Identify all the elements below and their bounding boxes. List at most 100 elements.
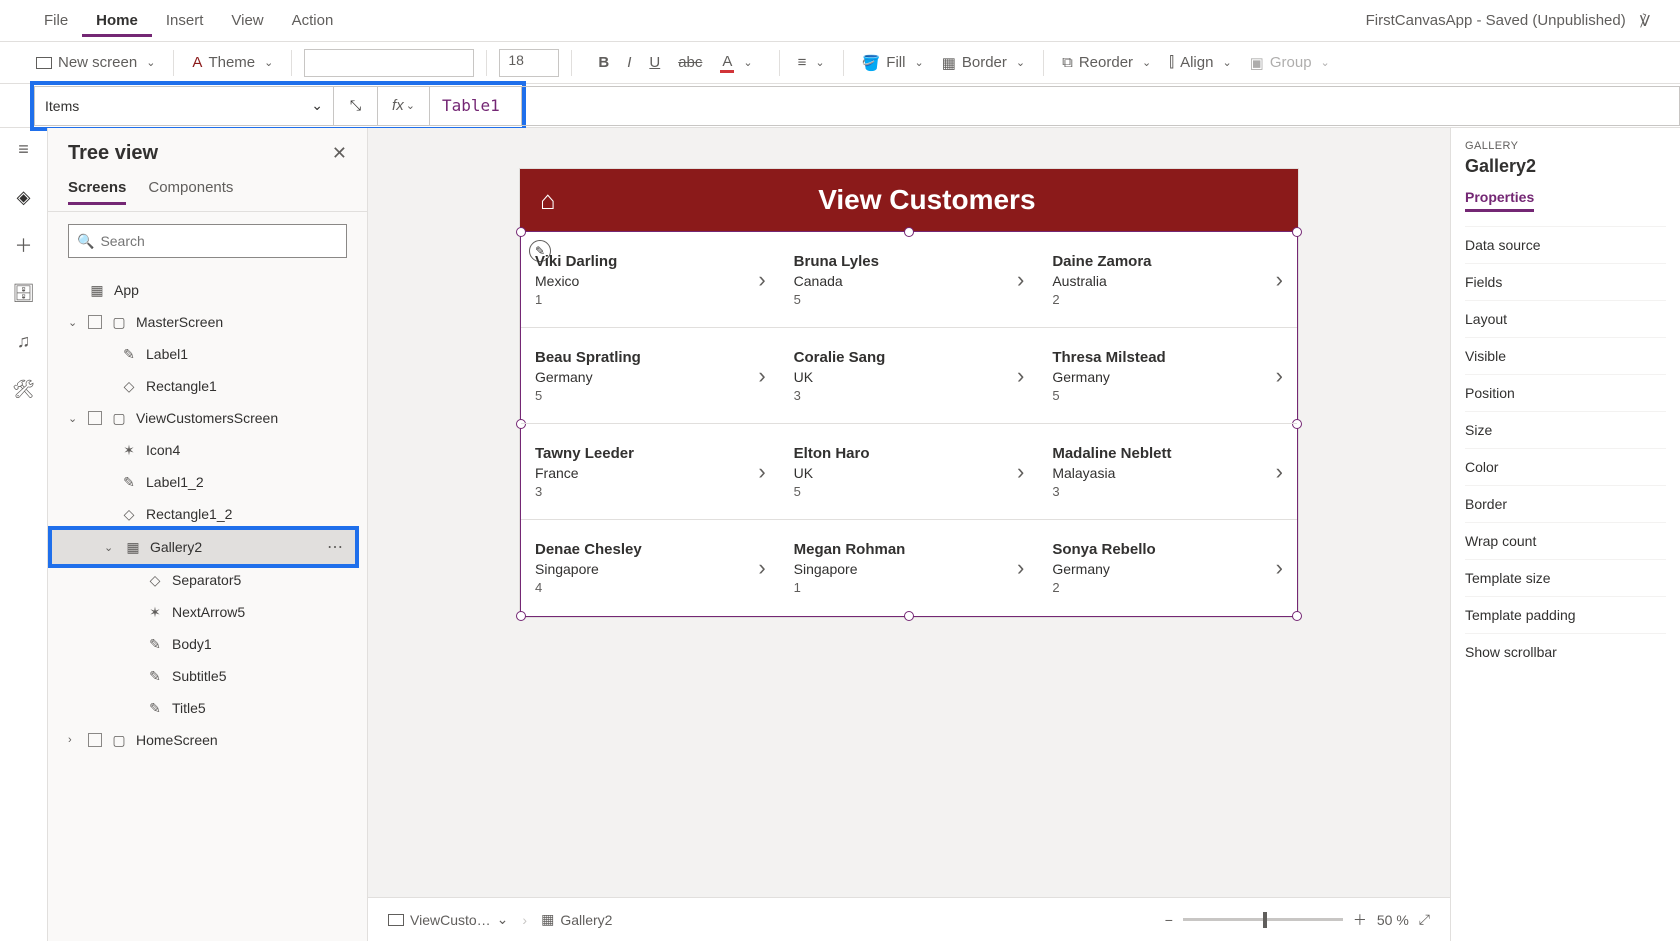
tree-item[interactable]: ✎Label1_2 (48, 466, 367, 498)
gallery-cell[interactable]: Elton HaroUK5› (780, 424, 1039, 520)
gallery-cell[interactable]: Tawny LeederFrance3› (521, 424, 780, 520)
next-arrow-icon[interactable]: › (1017, 459, 1024, 485)
stethoscope-icon[interactable]: ℣ (1640, 12, 1650, 30)
next-arrow-icon[interactable]: › (1017, 267, 1024, 293)
gallery-cell[interactable]: Daine ZamoraAustralia2› (1038, 232, 1297, 328)
next-arrow-icon[interactable]: › (1017, 363, 1024, 389)
checkbox[interactable] (88, 411, 102, 425)
gallery-selection[interactable]: ✎ Viki DarlingMexico1›Bruna LylesCanada5… (520, 231, 1298, 617)
properties-tab[interactable]: Properties (1465, 189, 1534, 212)
property-row[interactable]: Template size (1465, 559, 1666, 596)
property-row[interactable]: Position (1465, 374, 1666, 411)
text-align-button[interactable]: ≡ (792, 50, 831, 75)
breadcrumb-control[interactable]: ▦Gallery2 (541, 911, 612, 928)
tab-components[interactable]: Components (148, 179, 233, 205)
more-icon[interactable]: ⋯ (327, 537, 345, 557)
tree-item[interactable]: ✎Title5 (48, 692, 367, 724)
tree-item[interactable]: ✎Body1 (48, 628, 367, 660)
tools-icon[interactable]: 🛠 (13, 378, 35, 400)
tree-item[interactable]: ›▢HomeScreen (48, 724, 367, 756)
tree-item[interactable]: ✶Icon4 (48, 434, 367, 466)
tree-view-icon[interactable]: ◈ (13, 186, 35, 208)
zoom-slider[interactable] (1183, 918, 1343, 921)
tree-item[interactable]: ✎Label1 (48, 338, 367, 370)
fx-button[interactable]: fx (378, 86, 430, 126)
formula-input[interactable]: Table1 (430, 86, 522, 126)
fill-button[interactable]: 🪣Fill (856, 50, 930, 76)
tree-item[interactable]: ⌄▢MasterScreen (48, 306, 367, 338)
gallery-cell[interactable]: Madaline NeblettMalayasia3› (1038, 424, 1297, 520)
gallery-cell[interactable]: Coralie SangUK3› (780, 328, 1039, 424)
next-arrow-icon[interactable]: › (1017, 555, 1024, 581)
tab-screens[interactable]: Screens (68, 179, 126, 205)
search-input[interactable] (100, 233, 338, 249)
property-row[interactable]: Border (1465, 485, 1666, 522)
tree-item[interactable]: ▦App (48, 274, 367, 306)
strikethrough-button[interactable]: abc (672, 50, 708, 75)
font-select[interactable] (304, 49, 474, 77)
property-row[interactable]: Show scrollbar (1465, 633, 1666, 670)
tree-search[interactable]: 🔍 (68, 224, 347, 258)
border-button[interactable]: ▦Border (936, 50, 1031, 76)
menu-action[interactable]: Action (278, 4, 348, 37)
next-arrow-icon[interactable]: › (758, 267, 765, 293)
next-arrow-icon[interactable]: › (758, 459, 765, 485)
underline-button[interactable]: U (643, 50, 666, 75)
group-button[interactable]: ▣Group (1244, 50, 1336, 76)
menu-insert[interactable]: Insert (152, 4, 218, 37)
gallery-cell[interactable]: Beau SpratlingGermany5› (521, 328, 780, 424)
new-screen-button[interactable]: New screen (30, 50, 161, 75)
close-icon[interactable]: ✕ (332, 143, 347, 164)
property-row[interactable]: Layout (1465, 300, 1666, 337)
hamburger-icon[interactable]: ≡ (13, 138, 35, 160)
property-row[interactable]: Data source (1465, 226, 1666, 263)
gallery-cell[interactable]: Bruna LylesCanada5› (780, 232, 1039, 328)
font-size-input[interactable]: 18 (499, 49, 559, 77)
next-arrow-icon[interactable]: › (758, 363, 765, 389)
menu-home[interactable]: Home (82, 4, 152, 37)
theme-button[interactable]: ATheme (186, 50, 279, 75)
menu-file[interactable]: File (30, 4, 82, 37)
gallery-cell[interactable]: Thresa MilsteadGermany5› (1038, 328, 1297, 424)
checkbox[interactable] (88, 315, 102, 329)
gallery-cell[interactable]: Sonya RebelloGermany2› (1038, 520, 1297, 616)
tree-item[interactable]: ◇Rectangle1 (48, 370, 367, 402)
tree-item[interactable]: ⌄▦Gallery2⋯ (52, 530, 355, 564)
zoom-out-button[interactable]: − (1165, 912, 1173, 928)
align-button[interactable]: ⫿Align (1163, 50, 1237, 75)
zoom-in-button[interactable]: ＋ (1353, 910, 1367, 930)
property-row[interactable]: Fields (1465, 263, 1666, 300)
next-arrow-icon[interactable]: › (1276, 267, 1283, 293)
tree-item[interactable]: ⌄▢ViewCustomersScreen (48, 402, 367, 434)
tree-item[interactable]: ◇Separator5 (48, 564, 367, 596)
next-arrow-icon[interactable]: › (1276, 555, 1283, 581)
property-row[interactable]: Size (1465, 411, 1666, 448)
media-icon[interactable]: ♫ (13, 330, 35, 352)
property-row[interactable]: Color (1465, 448, 1666, 485)
gallery-cell[interactable]: Viki DarlingMexico1› (521, 232, 780, 328)
data-icon[interactable]: 🗄 (13, 282, 35, 304)
checkbox[interactable] (88, 733, 102, 747)
cursor-select-icon[interactable]: ⤡ (334, 86, 378, 126)
property-row[interactable]: Wrap count (1465, 522, 1666, 559)
tree-item[interactable]: ✶NextArrow5 (48, 596, 367, 628)
gallery-cell[interactable]: Megan RohmanSingapore1› (780, 520, 1039, 616)
fullscreen-icon[interactable]: ⤢ (1419, 911, 1430, 928)
property-row[interactable]: Visible (1465, 337, 1666, 374)
next-arrow-icon[interactable]: › (1276, 363, 1283, 389)
breadcrumb-screen[interactable]: ViewCusto…⌄ (388, 911, 508, 928)
gallery-cell[interactable]: Denae ChesleySingapore4› (521, 520, 780, 616)
next-arrow-icon[interactable]: › (1276, 459, 1283, 485)
menu-view[interactable]: View (217, 4, 277, 37)
italic-button[interactable]: I (621, 50, 637, 75)
next-arrow-icon[interactable]: › (758, 555, 765, 581)
font-color-button[interactable]: A (714, 49, 758, 77)
property-selector[interactable]: Items⌄ (34, 86, 334, 126)
formula-input-ext[interactable] (521, 86, 1680, 126)
tree-item[interactable]: ✎Subtitle5 (48, 660, 367, 692)
home-icon[interactable]: ⌂ (540, 185, 556, 216)
property-row[interactable]: Template padding (1465, 596, 1666, 633)
insert-icon[interactable]: ＋ (13, 234, 35, 256)
bold-button[interactable]: B (592, 50, 615, 75)
reorder-button[interactable]: ⧉Reorder (1056, 50, 1157, 75)
